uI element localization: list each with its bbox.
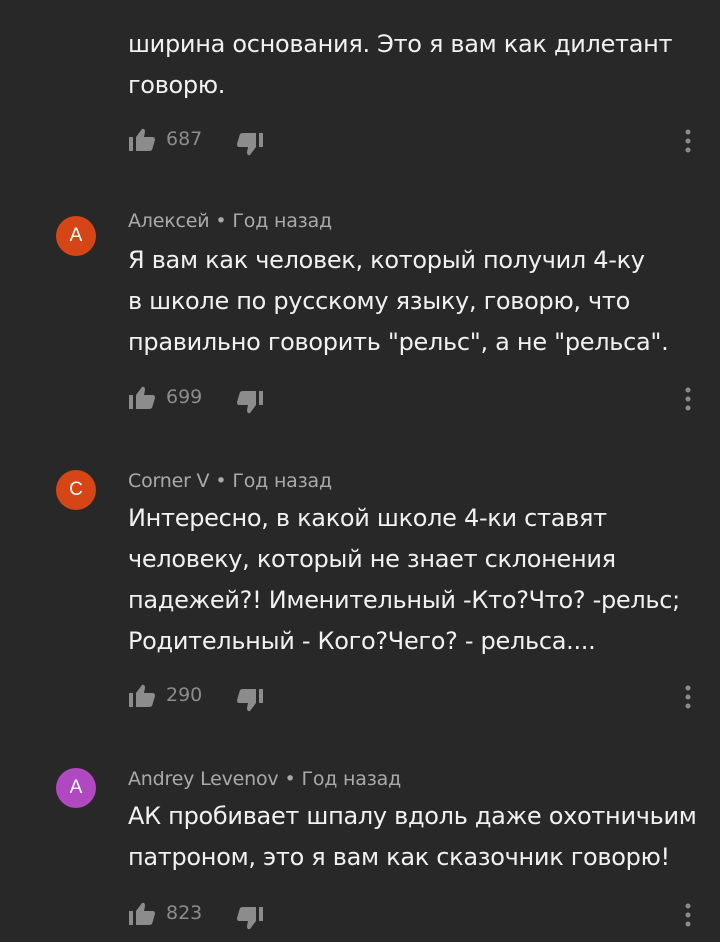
- dislike-button[interactable]: [236, 686, 266, 716]
- more-vert-icon: [680, 900, 696, 930]
- like-count: 290: [166, 684, 203, 706]
- avatar-letter: A: [69, 777, 83, 798]
- comment-text-line: говорю.: [128, 71, 226, 99]
- comment-text-line: падежей?! Именительный -Кто?Что? -рельс;: [128, 586, 680, 614]
- comment-author[interactable]: Andrey Levenov: [128, 768, 279, 790]
- avatar[interactable]: А: [56, 216, 96, 256]
- comment-text-line: правильно говорить "рельс", а не "рельса…: [128, 328, 669, 356]
- more-options-button[interactable]: [680, 682, 696, 712]
- thumb-down-icon: [236, 388, 266, 416]
- comment-text-line: АК пробивает шпалу вдоль даже охотничьим: [128, 802, 697, 830]
- more-options-button[interactable]: [680, 384, 696, 414]
- more-options-button[interactable]: [680, 900, 696, 930]
- dislike-button[interactable]: [236, 388, 266, 418]
- like-button[interactable]: [128, 900, 158, 930]
- thumb-down-icon: [236, 130, 266, 158]
- thumb-up-icon: [128, 900, 158, 928]
- thumb-up-icon: [128, 384, 158, 412]
- comment-meta: Алексей • Год назад: [128, 210, 332, 232]
- meta-separator: •: [284, 768, 296, 790]
- comment-text-line: патроном, это я вам как сказочник говорю…: [128, 843, 670, 871]
- comment-meta: Corner V • Год назад: [128, 470, 332, 492]
- comment-author[interactable]: Алексей: [128, 210, 210, 232]
- comment-text: АК пробивает шпалу вдоль даже охотничьим…: [128, 796, 708, 878]
- comment-text: Интересно, в какой школе 4-ки ставят чел…: [128, 498, 708, 662]
- avatar-letter: А: [69, 225, 83, 246]
- comment-text: ширина основания. Это я вам как дилетант…: [128, 24, 708, 106]
- like-button[interactable]: [128, 384, 158, 414]
- comment-text-line: Интересно, в какой школе 4-ки ставят: [128, 504, 607, 532]
- comment-author[interactable]: Corner V: [128, 470, 210, 492]
- comment-text-line: ширина основания. Это я вам как дилетант: [128, 30, 673, 58]
- comment-time: Год назад: [301, 768, 402, 790]
- like-count: 687: [166, 128, 203, 150]
- comment-time: Год назад: [232, 210, 332, 232]
- comment-text-line: Я вам как человек, который получил 4-ку: [128, 246, 645, 274]
- thumb-up-icon: [128, 126, 158, 154]
- more-vert-icon: [680, 126, 696, 156]
- comment-text-line: человеку, который не знает склонения: [128, 545, 616, 573]
- thumb-down-icon: [236, 904, 266, 932]
- more-options-button[interactable]: [680, 126, 696, 156]
- comment-text-line: Родительный - Кого?Чего? - рельса....: [128, 627, 596, 655]
- comment-actions: 290: [0, 682, 720, 712]
- more-vert-icon: [680, 384, 696, 414]
- comment-actions: 823: [0, 900, 720, 930]
- comment-text-line: в школе по русскому языку, говорю, что: [128, 287, 630, 315]
- thumb-up-icon: [128, 682, 158, 710]
- comment-actions: 699: [0, 384, 720, 414]
- comment-meta: Andrey Levenov • Год назад: [128, 768, 401, 790]
- like-count: 823: [166, 902, 203, 924]
- avatar-letter: C: [69, 479, 83, 500]
- comment-actions: 687: [0, 126, 720, 156]
- dislike-button[interactable]: [236, 904, 266, 934]
- thumb-down-icon: [236, 686, 266, 714]
- more-vert-icon: [680, 682, 696, 712]
- comment-text: Я вам как человек, который получил 4-ку …: [128, 240, 708, 363]
- avatar[interactable]: C: [56, 470, 96, 510]
- meta-separator: •: [215, 210, 227, 232]
- like-button[interactable]: [128, 682, 158, 712]
- avatar[interactable]: A: [56, 768, 96, 808]
- dislike-button[interactable]: [236, 130, 266, 160]
- like-count: 699: [166, 386, 203, 408]
- comment-time: Год назад: [232, 470, 332, 492]
- like-button[interactable]: [128, 126, 158, 156]
- meta-separator: •: [215, 470, 227, 492]
